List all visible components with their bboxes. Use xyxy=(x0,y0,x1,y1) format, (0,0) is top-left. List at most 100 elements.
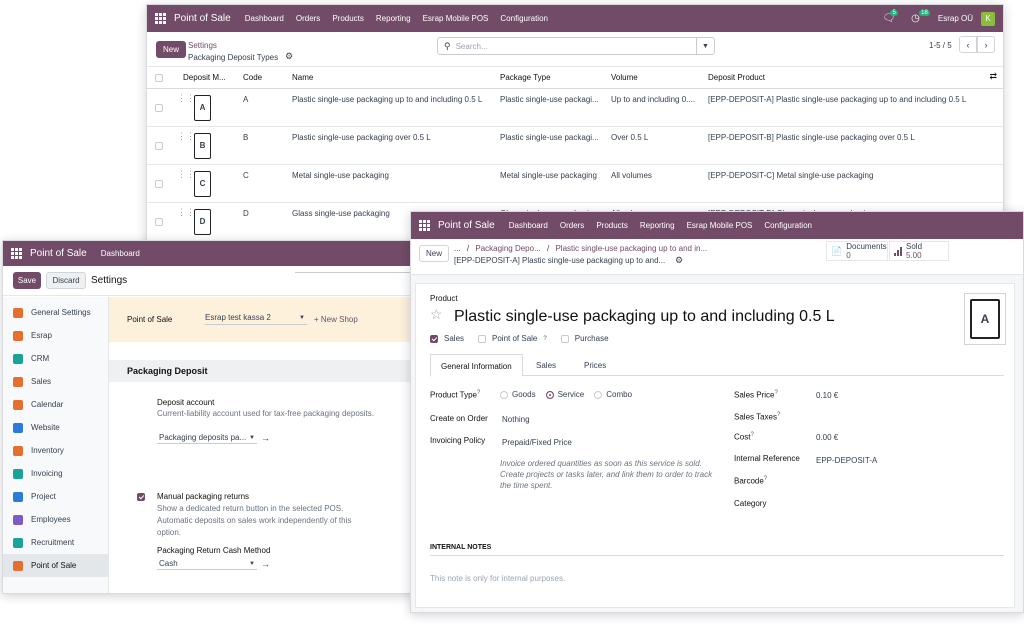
breadcrumb-settings[interactable]: Settings xyxy=(188,41,217,50)
save-button[interactable]: Save xyxy=(13,272,41,289)
apps-menu-icon[interactable] xyxy=(155,13,166,24)
table-row[interactable]: ⋮⋮ C C Metal single-use packaging Metal sing… xyxy=(147,165,1003,203)
sidebar-item-sales[interactable]: Sales xyxy=(3,370,108,393)
settings-gear-icon[interactable]: ⚙ xyxy=(675,255,683,266)
app-name[interactable]: Point of Sale xyxy=(30,248,87,259)
product-name[interactable]: Plastic single-use packaging up to and i… xyxy=(454,308,835,326)
favorite-star-icon[interactable]: ☆ xyxy=(430,306,443,323)
help-icon[interactable]: ? xyxy=(764,476,767,482)
sales-checkbox[interactable] xyxy=(430,334,438,343)
open-record-arrow-icon[interactable]: → xyxy=(261,559,270,569)
help-icon[interactable]: ? xyxy=(774,390,777,396)
col-name[interactable]: Name xyxy=(292,67,500,89)
help-icon[interactable]: ? xyxy=(477,390,480,396)
manual-returns-checkbox[interactable] xyxy=(137,493,145,501)
tab-general-information[interactable]: General Information xyxy=(430,354,523,377)
sidebar-item-recruitment[interactable]: Recruitment xyxy=(3,531,108,554)
table-row[interactable]: ⋮⋮ A A Plastic single-use packaging up to a… xyxy=(147,89,1003,127)
sidebar-item-crm[interactable]: CRM xyxy=(3,347,108,370)
help-icon[interactable]: ? xyxy=(750,432,753,438)
cost-value[interactable]: 0.00 € xyxy=(816,433,838,442)
search-input[interactable]: Search... xyxy=(456,42,696,51)
sidebar-item-general-settings[interactable]: General Settings xyxy=(3,301,108,324)
menu-configuration[interactable]: Configuration xyxy=(500,14,548,23)
create-on-order-value[interactable]: Nothing xyxy=(502,415,530,424)
tab-sales[interactable]: Sales xyxy=(536,361,556,370)
new-button[interactable]: New xyxy=(156,41,186,58)
open-record-arrow-icon[interactable]: → xyxy=(261,433,270,443)
chat-icon[interactable]: 🗨 5 xyxy=(882,10,898,24)
sidebar-item-esrap[interactable]: Esrap xyxy=(3,324,108,347)
new-shop-link[interactable]: + New Shop xyxy=(314,315,358,324)
breadcrumb-deposit-types[interactable]: Packaging Depo... xyxy=(475,244,540,253)
tab-prices[interactable]: Prices xyxy=(584,361,606,370)
menu-orders[interactable]: Orders xyxy=(296,14,320,23)
sidebar-item-point-of-sale[interactable]: Point of Sale xyxy=(3,554,108,577)
col-volume[interactable]: Volume xyxy=(611,67,708,89)
app-name[interactable]: Point of Sale xyxy=(438,220,495,231)
type-combo-radio[interactable] xyxy=(594,390,603,399)
activity-icon[interactable]: ◷ 18 xyxy=(911,10,930,24)
discard-button[interactable]: Discard xyxy=(46,272,86,289)
menu-dashboard[interactable]: Dashboard xyxy=(245,14,284,23)
cash-method-field[interactable]: Cash ▼ → xyxy=(157,558,415,570)
menu-reporting[interactable]: Reporting xyxy=(640,221,675,230)
col-package-type[interactable]: Package Type xyxy=(500,67,611,89)
app-name[interactable]: Point of Sale xyxy=(174,13,231,24)
sales-taxes-input[interactable] xyxy=(816,412,966,422)
menu-esrap-mobile-pos[interactable]: Esrap Mobile POS xyxy=(687,221,753,230)
help-icon[interactable]: ? xyxy=(777,412,780,418)
apps-menu-icon[interactable] xyxy=(11,248,22,259)
search-box[interactable]: ⚲ Search... ▼ xyxy=(437,37,715,55)
drag-handle-icon[interactable]: ⋮⋮ xyxy=(177,93,195,104)
barcode-input[interactable] xyxy=(816,476,966,486)
internal-notes-input[interactable]: This note is only for internal purposes. xyxy=(430,574,1004,583)
sidebar-item-website[interactable]: Website xyxy=(3,416,108,439)
documents-smart-button[interactable]: 📄 Documents 0 xyxy=(826,241,888,261)
apps-menu-icon[interactable] xyxy=(419,220,430,231)
invoicing-policy-value[interactable]: Prepaid/Fixed Price xyxy=(502,438,572,447)
sold-smart-button[interactable]: Sold 5.00 xyxy=(889,241,949,261)
settings-gear-icon[interactable]: ⚙ xyxy=(285,51,293,62)
breadcrumb-product[interactable]: Plastic single-use packaging up to and i… xyxy=(555,244,707,253)
menu-products[interactable]: Products xyxy=(332,14,364,23)
deposit-account-field[interactable]: Packaging deposits pa... ▼ → xyxy=(157,432,407,444)
col-deposit-product[interactable]: Deposit Product ⇄ xyxy=(708,67,1003,89)
avatar[interactable]: K xyxy=(981,11,995,26)
pos-selector-field[interactable]: Esrap test kassa 2 ▼ xyxy=(205,313,307,325)
product-image[interactable]: A xyxy=(964,293,1006,345)
menu-dashboard[interactable]: Dashboard xyxy=(101,249,140,258)
type-service-radio[interactable] xyxy=(545,390,554,399)
search-toggle-chevron-icon[interactable]: ▼ xyxy=(696,38,714,54)
pos-checkbox[interactable] xyxy=(478,334,487,343)
drag-handle-icon[interactable]: ⋮⋮ xyxy=(177,131,195,142)
internal-reference-value[interactable]: EPP-DEPOSIT-A xyxy=(816,456,877,465)
menu-dashboard[interactable]: Dashboard xyxy=(509,221,548,230)
sidebar-item-invoicing[interactable]: Invoicing xyxy=(3,462,108,485)
sidebar-item-employees[interactable]: Employees xyxy=(3,508,108,531)
sidebar-item-project[interactable]: Project xyxy=(3,485,108,508)
table-row[interactable]: ⋮⋮ B B Plastic single-use packaging over 0.… xyxy=(147,127,1003,165)
optional-columns-icon[interactable]: ⇄ xyxy=(989,71,997,82)
sidebar-item-calendar[interactable]: Calendar xyxy=(3,393,108,416)
type-goods-radio[interactable] xyxy=(500,390,508,399)
purchase-checkbox[interactable] xyxy=(560,334,569,343)
menu-esrap-mobile-pos[interactable]: Esrap Mobile POS xyxy=(423,14,489,23)
pos-help-icon[interactable]: ? xyxy=(543,336,546,342)
select-all-checkbox[interactable] xyxy=(147,67,183,89)
new-button[interactable]: New xyxy=(419,245,449,262)
sales-price-value[interactable]: 0.10 € xyxy=(816,391,838,400)
breadcrumb-ellipsis[interactable]: ... xyxy=(454,244,461,253)
menu-configuration[interactable]: Configuration xyxy=(764,221,812,230)
category-input[interactable] xyxy=(816,499,966,509)
menu-orders[interactable]: Orders xyxy=(560,221,584,230)
settings-search-input[interactable] xyxy=(295,265,415,273)
col-code[interactable]: Code xyxy=(241,67,292,89)
pager-next-icon[interactable]: › xyxy=(977,36,995,53)
col-deposit-mark[interactable]: Deposit M... xyxy=(183,67,241,89)
pager-prev-icon[interactable]: ‹ xyxy=(959,36,977,53)
company-switcher[interactable]: Esrap OÜ xyxy=(938,14,973,23)
sidebar-item-inventory[interactable]: Inventory xyxy=(3,439,108,462)
drag-handle-icon[interactable]: ⋮⋮ xyxy=(177,207,195,218)
menu-products[interactable]: Products xyxy=(596,221,628,230)
